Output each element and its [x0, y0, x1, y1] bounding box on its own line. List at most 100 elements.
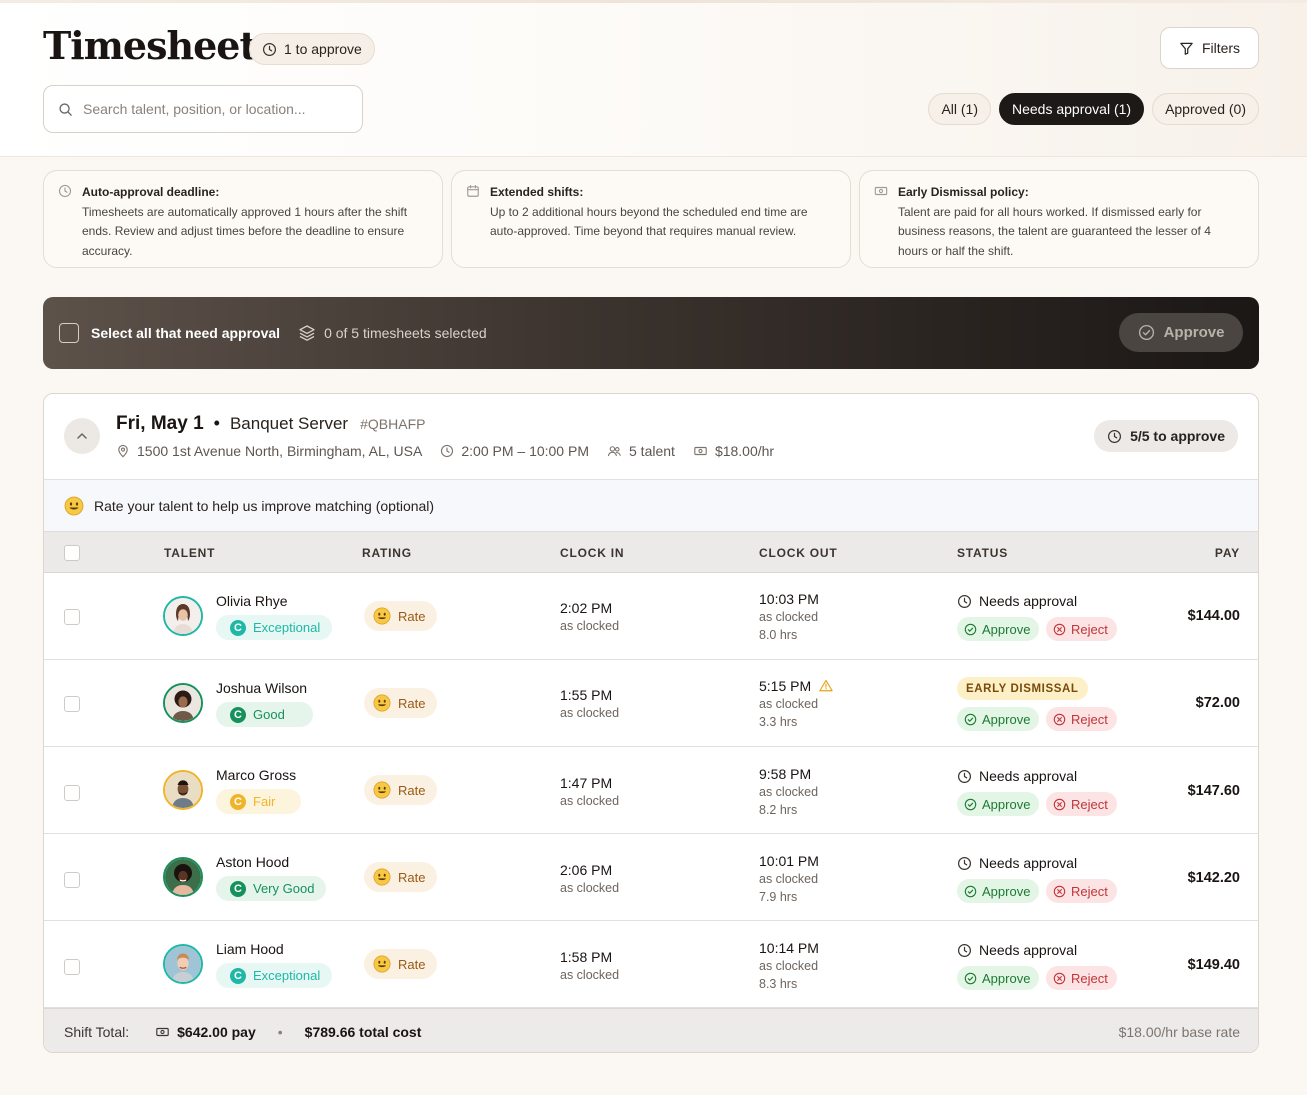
- clock-in-time: 2:02 PM: [560, 600, 613, 616]
- hours-worked: 7.9 hrs: [759, 890, 798, 904]
- shift-code: #QBHAFP: [360, 416, 426, 432]
- hours-worked: 8.0 hrs: [759, 628, 798, 642]
- approve-selected-button[interactable]: Approve: [1119, 313, 1243, 352]
- check-circle-icon: [964, 623, 977, 635]
- search-box: [43, 85, 363, 133]
- info-card-early-dismissal: Early Dismissal policy: Talent are paid …: [859, 170, 1259, 268]
- reject-label: Reject: [1071, 883, 1108, 899]
- status-indicator: Needs approval: [957, 768, 1077, 784]
- selected-count-text: 0 of 5 timesheets selected: [324, 325, 487, 341]
- talent-tier: Fair: [253, 794, 276, 809]
- status-indicator: Needs approval: [957, 593, 1077, 609]
- smiley-icon: [373, 868, 391, 886]
- reject-button[interactable]: Reject: [1046, 879, 1117, 903]
- reject-label: Reject: [1071, 621, 1108, 637]
- approve-button[interactable]: Approve: [957, 617, 1040, 641]
- search-icon: [59, 102, 72, 116]
- tab-all[interactable]: All (1): [928, 93, 991, 125]
- check-circle-icon: [964, 798, 977, 810]
- select-all-checkbox[interactable]: [59, 323, 79, 343]
- clock-in-time: 2:06 PM: [560, 862, 613, 878]
- clock-icon: [957, 856, 972, 870]
- tab-needs-approval[interactable]: Needs approval (1): [999, 93, 1145, 125]
- reject-label: Reject: [1071, 970, 1108, 986]
- check-circle-icon: [964, 885, 977, 897]
- check-circle-icon: [964, 713, 977, 725]
- search-input[interactable]: [83, 101, 343, 117]
- approve-label: Approve: [982, 970, 1031, 986]
- reject-button[interactable]: Reject: [1046, 966, 1117, 990]
- rate-button[interactable]: Rate: [364, 775, 438, 805]
- rate-button[interactable]: Rate: [364, 949, 438, 979]
- clock-icon: [1108, 429, 1122, 443]
- col-rating: RATING: [362, 546, 412, 560]
- approve-button[interactable]: Approve: [957, 792, 1040, 816]
- reject-label: Reject: [1071, 796, 1108, 812]
- row-checkbox[interactable]: [64, 785, 80, 801]
- reject-button[interactable]: Reject: [1046, 707, 1117, 731]
- info-card-body: Timesheets are automatically approved 1 …: [82, 204, 408, 258]
- rate-label: Rate: [398, 956, 426, 972]
- clock-out-time: 5:15 PM: [759, 678, 812, 694]
- approve-selected-label: Approve: [1163, 324, 1225, 341]
- filter-icon: [1180, 42, 1193, 55]
- table-row: Aston Hood C Very Good Rate 2:06 PM as c…: [44, 834, 1258, 921]
- rate-button[interactable]: Rate: [364, 601, 438, 631]
- warning-icon: [819, 679, 833, 692]
- filters-button[interactable]: Filters: [1160, 27, 1259, 69]
- pending-approval-badge: 1 to approve: [249, 33, 375, 65]
- info-card-body: Up to 2 additional hours beyond the sche…: [490, 204, 808, 239]
- check-circle-icon: [964, 972, 977, 984]
- shift-rate-text: $18.00/hr: [714, 443, 775, 459]
- avatar: [163, 596, 203, 636]
- approve-button[interactable]: Approve: [957, 966, 1040, 990]
- talent-tier: Very Good: [253, 881, 315, 896]
- row-checkbox[interactable]: [64, 609, 80, 625]
- info-card-title: Auto-approval deadline:: [82, 185, 220, 199]
- collapse-button[interactable]: [64, 418, 100, 454]
- check-circle-icon: [1138, 324, 1154, 341]
- rate-banner-bold: Rate your talent: [94, 497, 193, 514]
- status-text: Needs approval: [979, 768, 1078, 784]
- tier-icon: C: [230, 967, 246, 984]
- users-icon: [607, 446, 621, 457]
- rate-banner-text: Rate your talent to help us improve matc…: [94, 498, 434, 514]
- page-title: Timesheets: [43, 23, 277, 68]
- clock-in-note: as clocked: [560, 794, 620, 808]
- calendar-icon: [467, 185, 479, 197]
- tab-approved[interactable]: Approved (0): [1152, 93, 1259, 125]
- row-checkbox[interactable]: [64, 872, 80, 888]
- table-row: Marco Gross C Fair Rate 1:47 PM as clock…: [44, 747, 1258, 834]
- row-checkbox[interactable]: [64, 696, 80, 712]
- bulk-action-bar: Select all that need approval 0 of 5 tim…: [43, 297, 1259, 369]
- approve-button[interactable]: Approve: [957, 707, 1040, 731]
- rate-label: Rate: [398, 608, 426, 624]
- talent-name: Olivia Rhye: [216, 593, 288, 609]
- approve-button[interactable]: Approve: [957, 879, 1040, 903]
- row-checkbox[interactable]: [64, 959, 80, 975]
- clock-in-note: as clocked: [560, 619, 620, 633]
- avatar: [163, 944, 203, 984]
- status-indicator: Needs approval: [957, 855, 1077, 871]
- reject-button[interactable]: Reject: [1046, 792, 1117, 816]
- shift-total-footer: Shift Total: $642.00 pay • $789.66 total…: [44, 1008, 1258, 1052]
- select-all-label[interactable]: Select all that need approval: [91, 325, 280, 341]
- shift-date: Fri, May 1: [116, 413, 204, 434]
- clock-icon: [262, 42, 277, 56]
- smiley-icon: [373, 955, 391, 973]
- col-status: STATUS: [957, 546, 1009, 560]
- shift-card: Fri, May 1 • Banquet Server #QBHAFP 1500…: [43, 393, 1259, 1053]
- info-card-extended-shifts: Extended shifts: Up to 2 additional hour…: [451, 170, 851, 268]
- approve-label: Approve: [982, 621, 1031, 637]
- rate-button[interactable]: Rate: [364, 862, 438, 892]
- header-checkbox[interactable]: [64, 545, 80, 561]
- x-circle-icon: [1053, 885, 1066, 897]
- row-pay: $142.20: [1187, 870, 1240, 886]
- reject-button[interactable]: Reject: [1046, 617, 1117, 641]
- table-row: Liam Hood C Exceptional Rate 1:58 PM as …: [44, 921, 1258, 1008]
- rate-button[interactable]: Rate: [364, 688, 438, 718]
- clock-out-note: as clocked: [759, 785, 819, 799]
- smiley-icon: [373, 607, 391, 625]
- col-clock-in: CLOCK IN: [560, 546, 625, 560]
- money-icon: [874, 186, 888, 196]
